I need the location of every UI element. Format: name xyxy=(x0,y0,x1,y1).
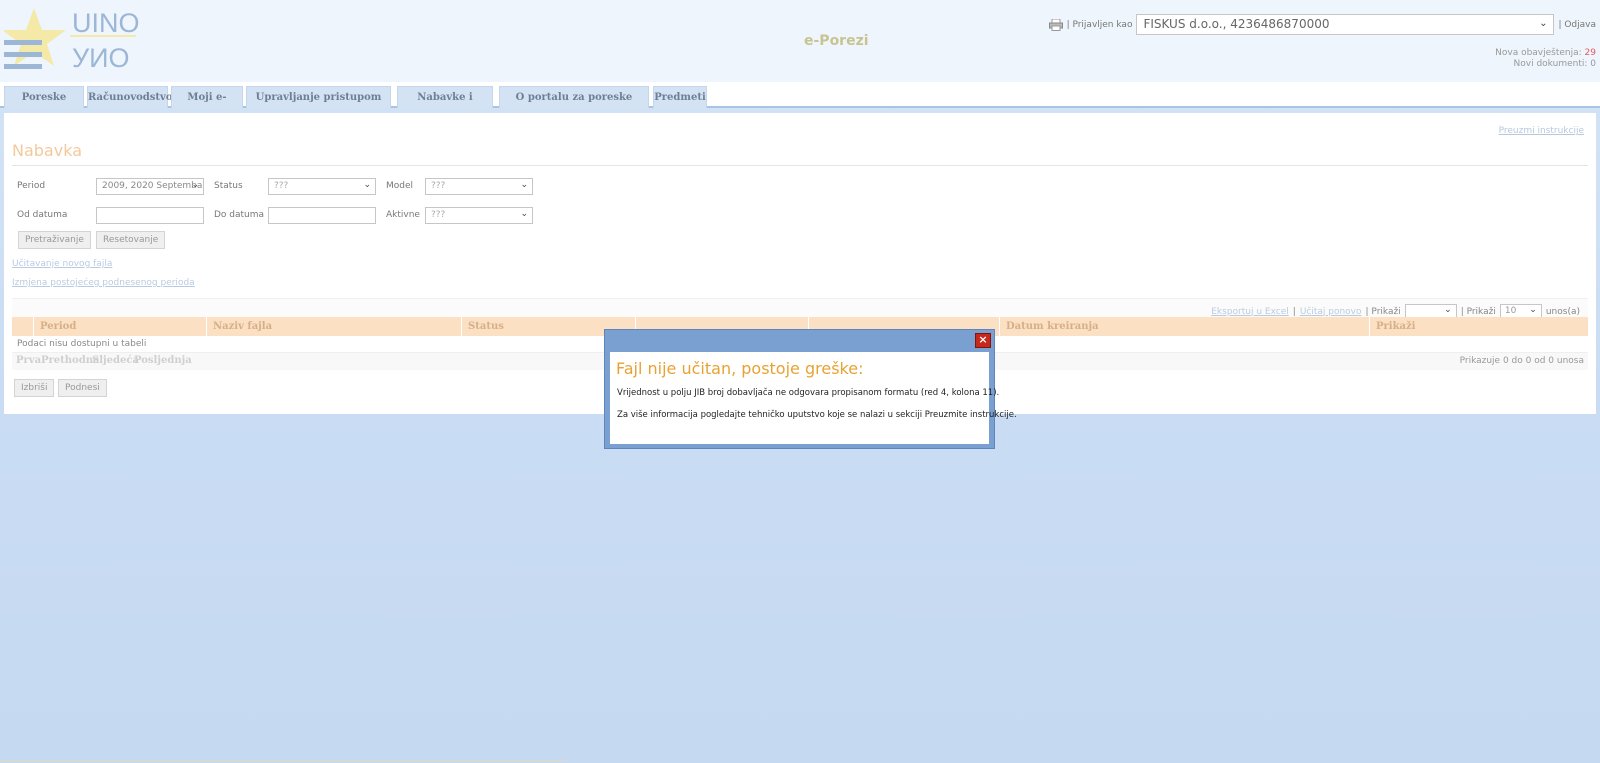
entries-label: unos(a) xyxy=(1545,306,1580,317)
chevron-down-icon: ⌄ xyxy=(1529,305,1537,315)
status-select[interactable]: ??? ⌄ xyxy=(268,178,376,195)
upload-new-file-link[interactable]: Učitavanje novog fajla xyxy=(12,259,112,269)
notifications-line[interactable]: Nova obavještenja: 29 xyxy=(1495,48,1596,59)
company-select-value: FISKUS d.o.o., 4236486870000 xyxy=(1143,17,1330,31)
error-dialog-body: Fajl nije učitan, postoje greške: Vrijed… xyxy=(610,352,1017,444)
pager-previous[interactable]: Prethodna xyxy=(41,355,99,366)
page-size-value: 10 xyxy=(1504,306,1517,316)
chevron-down-icon: ⌄ xyxy=(520,209,528,219)
from-date-label: Od datuma xyxy=(17,210,68,220)
tab-o-portalu[interactable]: O portalu za poreske obveznike xyxy=(499,86,649,124)
tab-racunovodstvo[interactable]: Računovodstvo xyxy=(87,86,173,108)
pager-last[interactable]: Posljednja xyxy=(134,355,192,366)
tab-nabavke-i-isporuke[interactable]: Nabavke i isporuke xyxy=(397,86,493,124)
new-documents-line[interactable]: Novi dokumenti: 0 xyxy=(1495,59,1596,70)
pager-info: Prikazuje 0 do 0 od 0 unosa xyxy=(1459,356,1584,366)
submit-button[interactable]: Podnesi xyxy=(58,379,107,397)
notifications-label: Nova obavještenja: xyxy=(1495,48,1582,58)
printer-icon[interactable] xyxy=(1048,18,1063,31)
chevron-down-icon: ⌄ xyxy=(1539,18,1548,29)
search-button[interactable]: Pretraživanje xyxy=(18,231,91,249)
tab-upravljanje-pristupom[interactable]: Upravljanje pristupom portalu xyxy=(246,86,391,124)
tab-poreske-prijave[interactable]: Poreske prijave xyxy=(4,86,84,124)
period-label: Period xyxy=(17,181,46,191)
main-nav-tabs: Poreske prijave Računovodstvo Moji e-Por… xyxy=(0,82,1600,124)
column-view[interactable]: Prikaži xyxy=(1369,317,1588,336)
chevron-down-icon: ⌄ xyxy=(520,180,528,190)
active-label: Aktivne xyxy=(386,210,420,220)
separator: | xyxy=(1292,306,1296,317)
bottom-scrollbar[interactable] xyxy=(0,760,568,762)
change-period-link[interactable]: Izmjena postojećeg podnesenog perioda xyxy=(12,278,195,288)
notifications-count: 29 xyxy=(1584,48,1596,58)
model-select[interactable]: ??? ⌄ xyxy=(425,178,533,195)
period-select-value: 2009, 2020 Septemba xyxy=(102,181,203,191)
download-instructions-link[interactable]: Preuzmi instrukcije xyxy=(1499,126,1584,136)
error-dialog: × Fajl nije učitan, postoje greške: Vrij… xyxy=(604,329,1017,449)
show-label-1: | Prikaži xyxy=(1365,306,1401,317)
chevron-down-icon: ⌄ xyxy=(363,180,371,190)
delete-button[interactable]: Izbriši xyxy=(14,379,55,397)
logout-link[interactable]: | Odjava xyxy=(1558,20,1596,30)
new-documents-count: 0 xyxy=(1590,59,1596,69)
model-label: Model xyxy=(386,181,414,191)
error-dialog-title: Fajl nije učitan, postoje greške: xyxy=(616,359,864,378)
tab-moji-e-porezi[interactable]: Moji e-Porezi xyxy=(171,86,243,124)
error-help-message: Za više informacija pogledajte tehničko … xyxy=(617,410,1017,420)
close-icon[interactable]: × xyxy=(975,333,991,348)
status-label: Status xyxy=(214,181,243,191)
period-select[interactable]: 2009, 2020 Septemba ⌄ xyxy=(96,178,204,195)
new-documents-label: Novi dokumenti: xyxy=(1513,59,1588,69)
pager-first[interactable]: Prva xyxy=(16,355,41,366)
chevron-down-icon: ⌄ xyxy=(1444,305,1452,315)
title-divider xyxy=(12,165,1588,166)
tab-predmeti[interactable]: Predmeti xyxy=(653,86,707,108)
to-date-input[interactable] xyxy=(268,207,376,224)
from-date-input[interactable] xyxy=(96,207,204,224)
status-select-value: ??? xyxy=(274,181,289,191)
column-created-date[interactable]: Datum kreiranja xyxy=(999,317,1369,336)
reload-link[interactable]: Učitaj ponovo xyxy=(1300,307,1362,317)
page-title: Nabavka xyxy=(12,141,82,160)
logo-text-cyrillic: УИО xyxy=(72,43,130,73)
column-period[interactable]: Period xyxy=(33,317,206,336)
notifications-area: Nova obavještenja: 29 Novi dokumenti: 0 xyxy=(1495,48,1596,70)
column-file-name[interactable]: Naziv fajla xyxy=(206,317,461,336)
active-select-value: ??? xyxy=(431,210,446,220)
site-title: e-Porezi xyxy=(804,33,869,49)
logo-text-latin: UINO xyxy=(72,8,140,38)
active-select[interactable]: ??? ⌄ xyxy=(425,207,533,224)
company-select[interactable]: FISKUS d.o.o., 4236486870000 ⌄ xyxy=(1136,14,1555,35)
chevron-down-icon: ⌄ xyxy=(191,180,199,190)
export-excel-link[interactable]: Eksportuj u Excel xyxy=(1211,307,1289,317)
login-area: | Prijavljen kao FISKUS d.o.o., 42364868… xyxy=(1048,14,1596,35)
header: UINO УИО e-Porezi | Prijavljen kao FISKU… xyxy=(0,0,1600,82)
reset-button[interactable]: Resetovanje xyxy=(96,231,166,249)
to-date-label: Do datuma xyxy=(214,210,265,220)
logged-in-label: | Prijavljen kao xyxy=(1066,19,1133,30)
show-label-2: | Prikaži xyxy=(1460,306,1496,317)
error-message: Vrijednost u polju JIB broj dobavljača n… xyxy=(617,388,1000,398)
model-select-value: ??? xyxy=(431,181,446,191)
uino-logo[interactable]: UINO УИО xyxy=(2,4,154,74)
pager-next[interactable]: Sljedeća xyxy=(92,355,139,366)
column-select[interactable] xyxy=(12,317,33,336)
